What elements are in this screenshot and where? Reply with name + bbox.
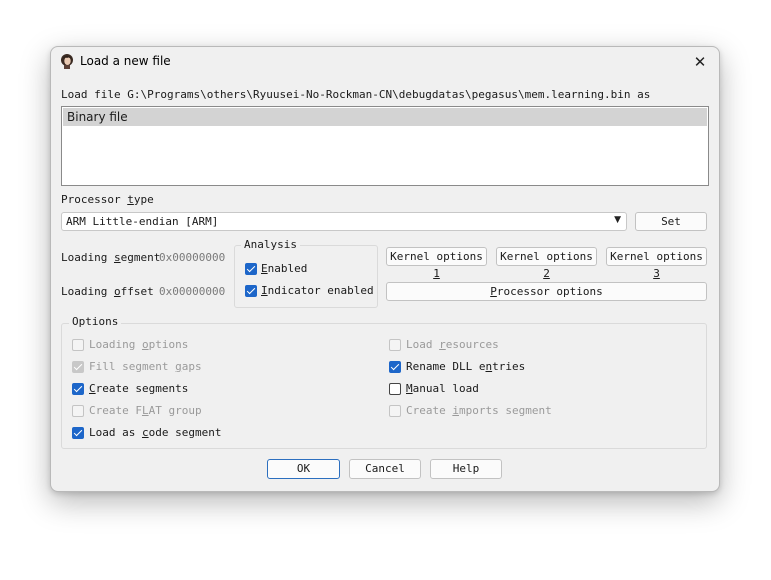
list-item[interactable]: Binary file	[63, 108, 707, 126]
load-file-label: Load file G:\Programs\others\Ryuusei-No-…	[61, 88, 651, 101]
file-type-list[interactable]: Binary file	[61, 106, 709, 186]
loading-options-checkbox[interactable]	[72, 339, 84, 351]
indicator-enabled-label: Indicator enabled	[261, 284, 374, 297]
loading-options-label: Loading options	[89, 338, 189, 351]
enabled-checkbox[interactable]	[245, 263, 257, 275]
analysis-group	[234, 245, 378, 308]
kernel-options-2-button[interactable]: Kernel options 2	[496, 247, 597, 280]
title-bar[interactable]: Load a new file ✕	[51, 47, 719, 77]
create-imports-segment-label: Create imports segment	[406, 404, 552, 417]
load-as-code-segment-label: Load as code segment	[89, 426, 222, 439]
processor-type-dropdown[interactable]: ARM Little-endian [ARM] ▼	[61, 212, 627, 231]
load-file-dialog: Load a new file ✕ Load file G:\Programs\…	[50, 46, 720, 492]
manual-load-checkbox[interactable]	[389, 383, 401, 395]
chevron-down-icon: ▼	[614, 215, 621, 225]
options-group-title: Options	[69, 315, 122, 328]
create-segments-checkbox[interactable]	[72, 383, 84, 395]
kernel-options-3-button[interactable]: Kernel options 3	[606, 247, 707, 280]
processor-type-label: Processor type	[61, 193, 154, 206]
loading-segment-field[interactable]: 0x00000000	[159, 251, 225, 264]
kernel-options-1-button[interactable]: Kernel options 1	[386, 247, 487, 280]
processor-type-value: ARM Little-endian [ARM]	[66, 215, 219, 228]
avatar-icon	[61, 54, 73, 69]
load-resources-label: Load resources	[406, 338, 499, 351]
create-imports-segment-checkbox[interactable]	[389, 405, 401, 417]
analysis-group-title: Analysis	[241, 238, 300, 251]
create-flat-group-checkbox[interactable]	[72, 405, 84, 417]
processor-options-button[interactable]: Processor options	[386, 282, 707, 301]
create-segments-label: Create segments	[89, 382, 189, 395]
cancel-button[interactable]: Cancel	[349, 459, 421, 479]
rename-dll-entries-label: Rename DLL entries	[406, 360, 526, 373]
manual-load-label: Manual load	[406, 382, 479, 395]
set-button[interactable]: Set	[635, 212, 707, 231]
loading-offset-label: Loading offset	[61, 285, 154, 298]
load-as-code-segment-checkbox[interactable]	[72, 427, 84, 439]
loading-offset-field[interactable]: 0x00000000	[159, 285, 225, 298]
enabled-label: Enabled	[261, 262, 308, 275]
window-title: Load a new file	[80, 54, 171, 68]
fill-segment-gaps-label: Fill segment gaps	[89, 360, 202, 373]
load-resources-checkbox[interactable]	[389, 339, 401, 351]
rename-dll-entries-checkbox[interactable]	[389, 361, 401, 373]
create-flat-group-label: Create FLAT group	[89, 404, 202, 417]
ok-button[interactable]: OK	[267, 459, 340, 479]
close-icon[interactable]: ✕	[689, 52, 711, 72]
fill-segment-gaps-checkbox[interactable]	[72, 361, 84, 373]
loading-segment-label: Loading segment	[61, 251, 161, 264]
indicator-enabled-checkbox[interactable]	[245, 285, 257, 297]
help-button[interactable]: Help	[430, 459, 502, 479]
